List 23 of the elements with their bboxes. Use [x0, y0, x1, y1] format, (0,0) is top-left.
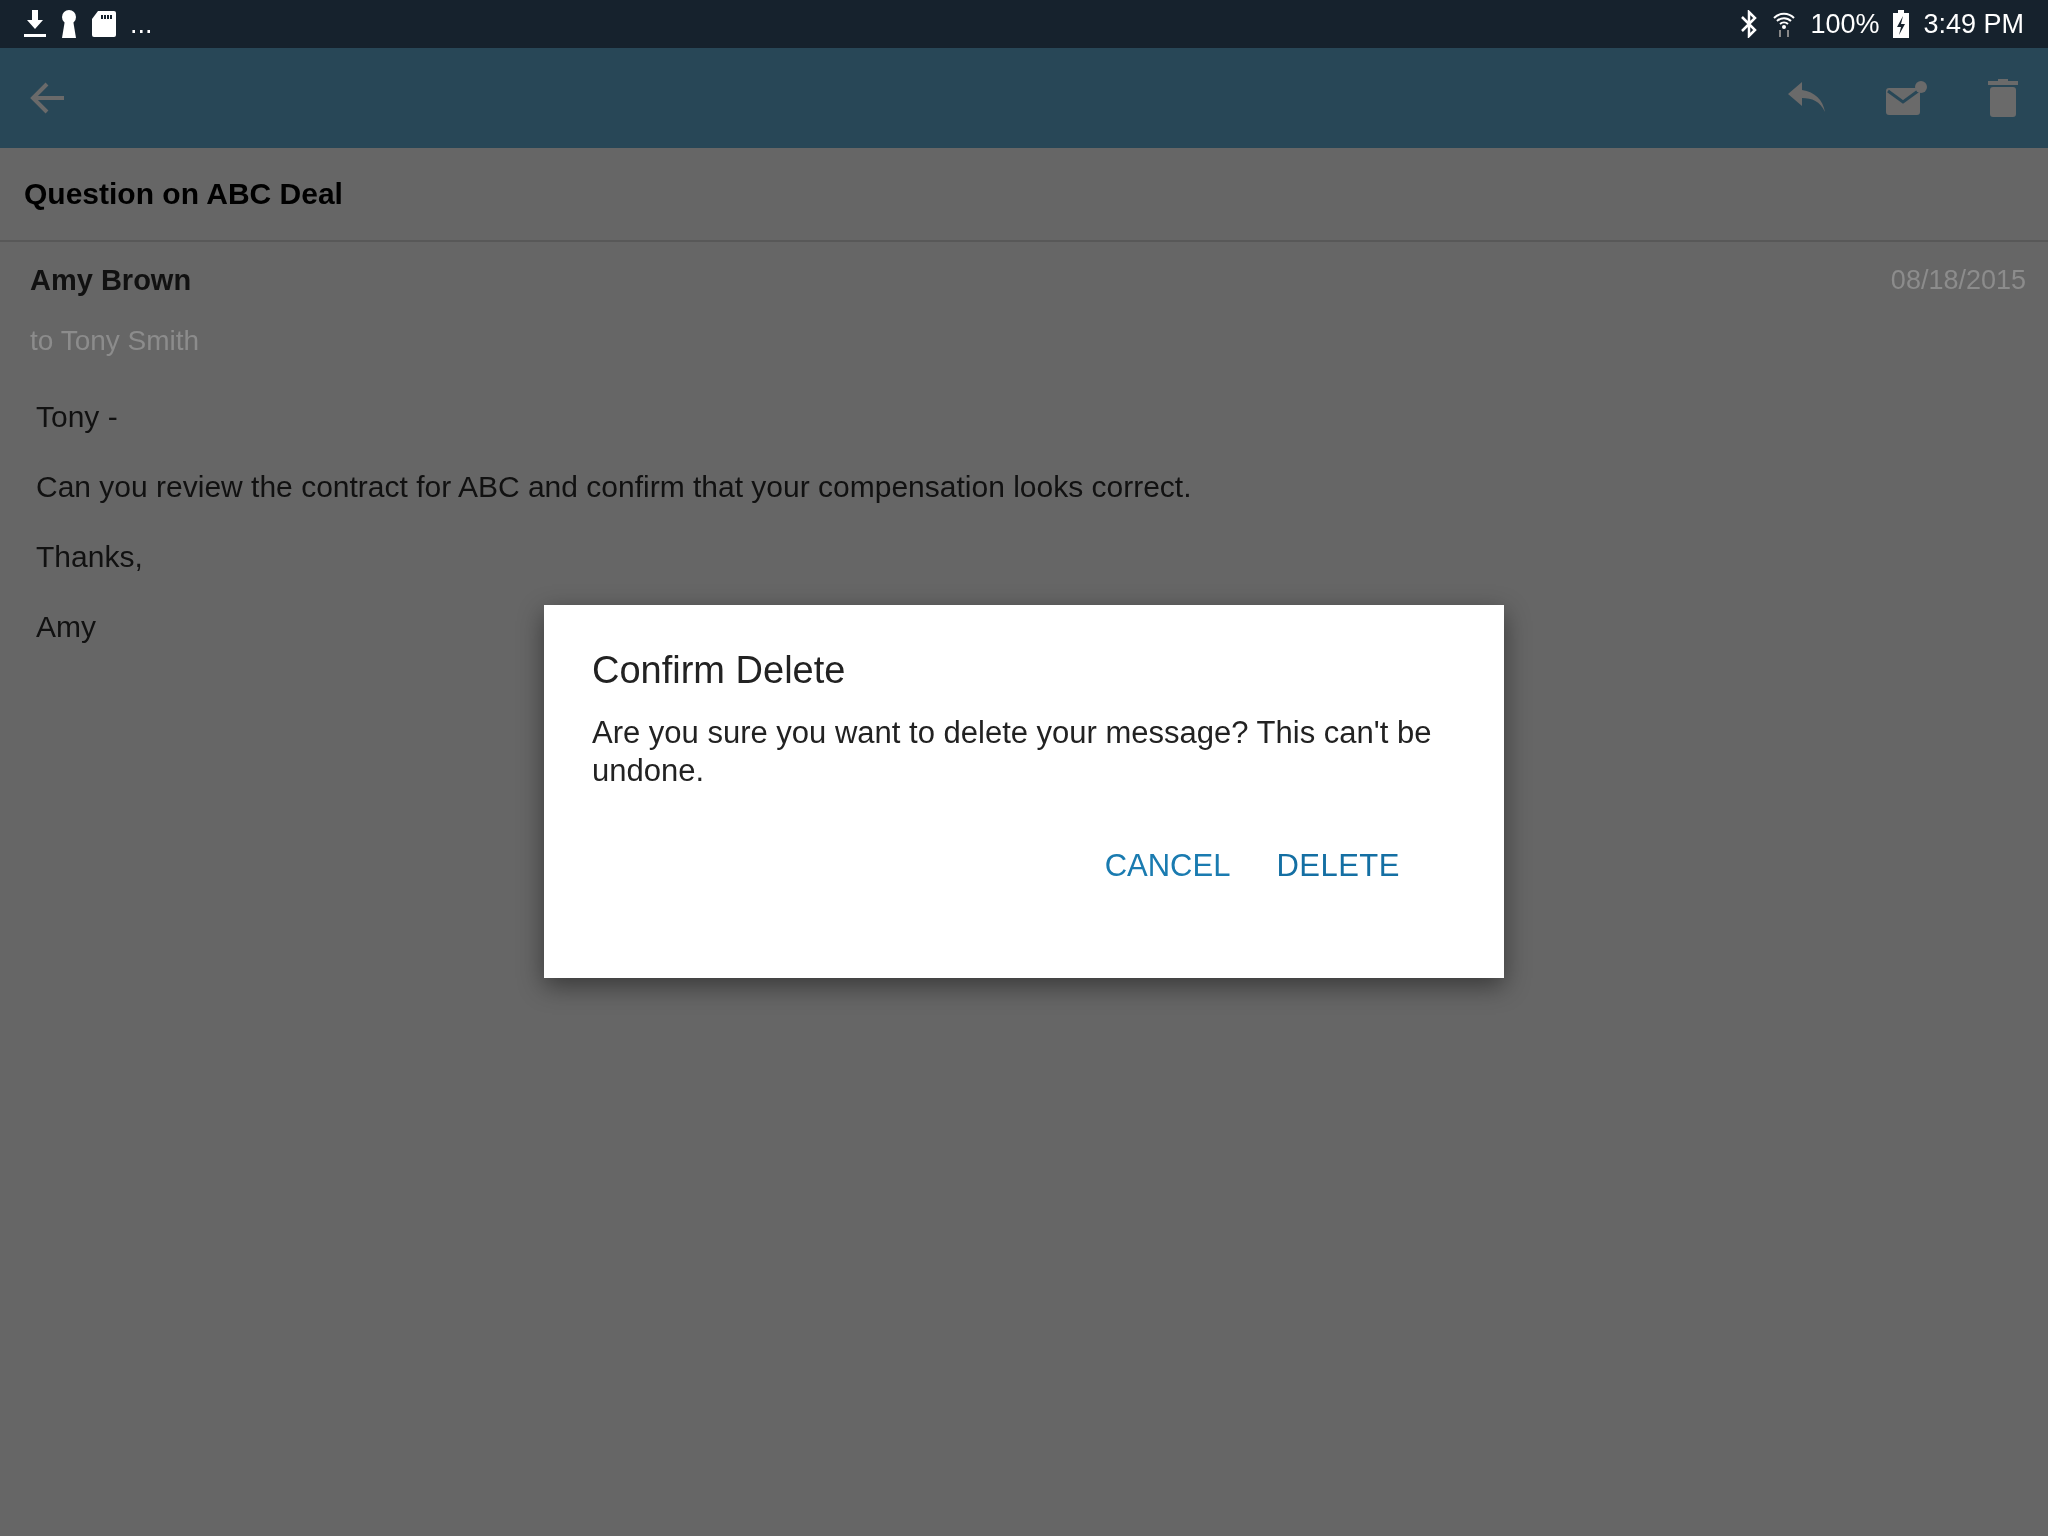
dialog-message: Are you sure you want to delete your message? This can't be undone. — [592, 714, 1433, 790]
sender-name: Amy Brown — [30, 264, 192, 297]
battery-percentage: 100% — [1810, 10, 1880, 38]
battery-charging-icon — [1893, 10, 1910, 38]
body-line: Amy — [36, 609, 97, 645]
message-subject: Question on ABC Deal — [24, 177, 343, 211]
body-line: Can you review the contract for ABC and confirm that your compensation looks correct. — [36, 469, 1193, 505]
body-line: Thanks, — [36, 539, 144, 575]
bluetooth-icon — [1740, 10, 1759, 38]
body-line: Tony - — [36, 399, 119, 435]
sd-card-icon — [92, 11, 116, 37]
mark-unread-button[interactable] — [1886, 80, 1928, 116]
reply-button[interactable] — [1788, 82, 1826, 114]
keyhole-icon — [60, 10, 78, 38]
delete-button[interactable]: DELETE — [1268, 842, 1408, 890]
back-button[interactable] — [30, 81, 66, 115]
wifi-icon — [1772, 10, 1797, 38]
cancel-button[interactable]: CANCEL — [1096, 842, 1239, 890]
dialog-title: Confirm Delete — [592, 649, 847, 692]
overflow-indicator: ... — [130, 10, 153, 38]
download-icon — [24, 10, 46, 38]
delete-button[interactable] — [1988, 79, 2018, 117]
clock: 3:49 PM — [1923, 10, 2024, 38]
